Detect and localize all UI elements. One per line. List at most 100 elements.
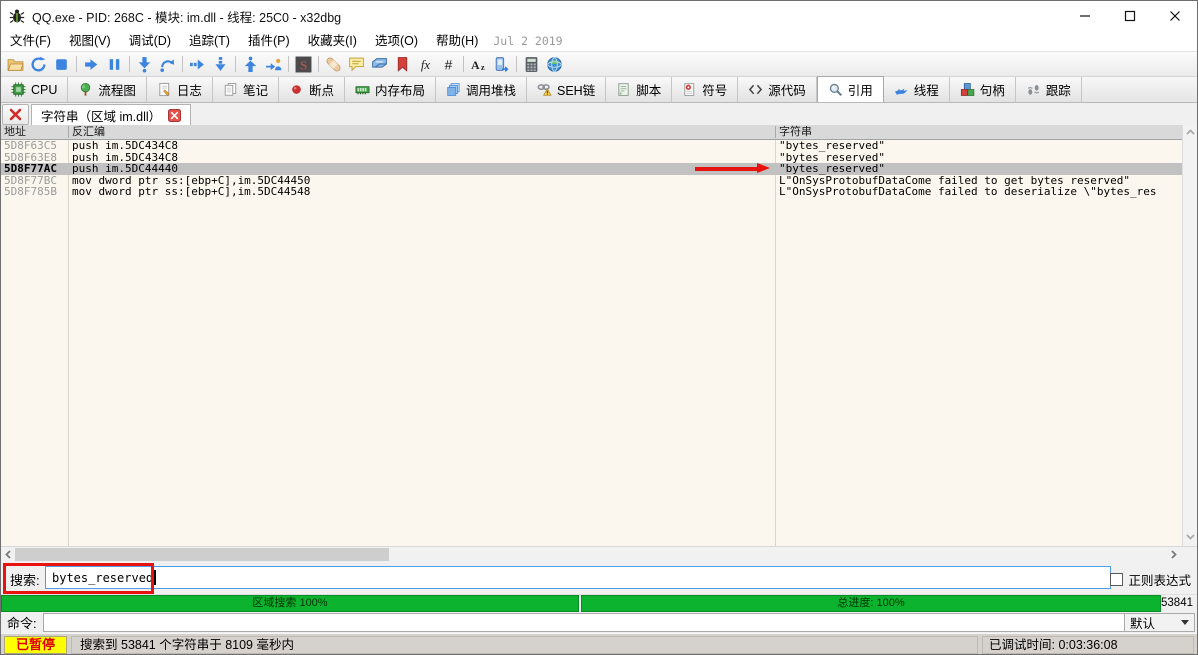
debugger-window: QQ.exe - PID: 268C - 模块: im.dll - 线程: 25… [0, 0, 1198, 655]
tab-label: CPU [31, 83, 57, 97]
menu-item-5[interactable]: 收藏夹(I) [299, 31, 366, 51]
close-all-tabs-button[interactable] [2, 104, 29, 125]
tab-label: 源代码 [768, 80, 806, 99]
comment-icon[interactable] [345, 53, 368, 76]
menu-item-7[interactable]: 帮助(H) [427, 31, 487, 51]
tab-symbols[interactable]: 符号 [672, 77, 738, 102]
tab-seh[interactable]: SEH链 [527, 77, 606, 102]
tab-label: 日志 [177, 80, 202, 99]
close-button[interactable] [1152, 1, 1197, 31]
tab-label: 符号 [702, 80, 727, 99]
pause-icon[interactable] [103, 53, 126, 76]
restart-icon[interactable] [27, 53, 50, 76]
scroll-up-icon[interactable] [1185, 127, 1196, 138]
command-input[interactable] [43, 613, 1125, 632]
table-row[interactable]: 5D8F63C5push im.5DC434C8"bytes_reserved" [1, 140, 1182, 152]
toolbar-separator [235, 56, 236, 72]
status-message: 搜索到 53841 个字符串于 8109 毫秒内 [71, 636, 978, 654]
table-row[interactable]: 5D8F785Bmov dword ptr ss:[ebp+C],im.5DC4… [1, 186, 1182, 198]
regex-checkbox[interactable] [1110, 573, 1123, 586]
tab-cpu[interactable]: CPU [1, 77, 68, 102]
step-over-icon[interactable] [156, 53, 179, 76]
column-header-address[interactable]: 地址 [4, 125, 26, 139]
s-badge-icon[interactable]: S [292, 53, 315, 76]
table-body: 5D8F63C5push im.5DC434C8"bytes_reserved"… [1, 140, 1182, 546]
memory-map-icon [355, 82, 370, 97]
notes-icon [223, 82, 238, 97]
globe-icon[interactable] [543, 53, 566, 76]
command-profile-dropdown[interactable]: 默认 [1125, 613, 1195, 632]
result-count: 53841 [1161, 595, 1197, 612]
column-header-disassembly[interactable]: 反汇编 [72, 125, 105, 139]
tab-script[interactable]: 脚本 [606, 77, 672, 102]
column-divider[interactable] [775, 126, 776, 138]
tab-label: 笔记 [243, 80, 268, 99]
tab-graph[interactable]: 流程图 [68, 77, 147, 102]
tab-trace[interactable]: 跟踪 [1016, 77, 1082, 102]
search-input[interactable]: bytes_reserved [45, 566, 1111, 589]
menu-item-2[interactable]: 调试(D) [120, 31, 180, 51]
scroll-left-icon[interactable] [3, 549, 14, 560]
scroll-down-icon[interactable] [1185, 531, 1196, 542]
maximize-button[interactable] [1107, 1, 1152, 31]
strings-result-tab[interactable]: 字符串（区域 im.dll） [31, 104, 191, 125]
scroll-right-icon[interactable] [1168, 549, 1179, 560]
tab-log[interactable]: 日志 [147, 77, 213, 102]
toolbar-separator [76, 56, 77, 72]
fx-icon[interactable]: fx [414, 53, 437, 76]
bookmark-icon[interactable] [391, 53, 414, 76]
column-divider[interactable] [68, 126, 69, 138]
menu-item-4[interactable]: 插件(P) [239, 31, 299, 51]
minimize-button[interactable] [1062, 1, 1107, 31]
stop-icon[interactable] [50, 53, 73, 76]
run-icon[interactable] [80, 53, 103, 76]
tab-label: SEH链 [557, 80, 595, 99]
calculator-icon[interactable] [520, 53, 543, 76]
step-out-icon[interactable] [239, 53, 262, 76]
tab-source[interactable]: 源代码 [738, 77, 817, 102]
menu-item-0[interactable]: 文件(F) [1, 31, 60, 51]
tab-notes[interactable]: 笔记 [213, 77, 279, 102]
menu-bar: 文件(F)视图(V)调试(D)追踪(T)插件(P)收藏夹(I)选项(O)帮助(H… [1, 31, 1197, 51]
run-to-user-icon[interactable] [262, 53, 285, 76]
tab-breakpoints[interactable]: 断点 [279, 77, 345, 102]
table-row[interactable]: 5D8F63E8push im.5DC434C8"bytes_reserved" [1, 152, 1182, 164]
open-folder-icon[interactable] [4, 53, 27, 76]
trace-into-icon[interactable] [186, 53, 209, 76]
tab-memory-map[interactable]: 内存布局 [345, 77, 436, 102]
az-icon[interactable]: Az [467, 53, 490, 76]
step-into-icon[interactable] [133, 53, 156, 76]
tab-close-icon[interactable] [168, 109, 181, 122]
cell-string: "bytes_reserved" [779, 140, 1180, 152]
debug-time-value: 0:03:36:08 [1058, 638, 1117, 652]
tab-references[interactable]: 引用 [817, 76, 884, 102]
tab-label: 调用堆栈 [466, 80, 516, 99]
tab-call-stack[interactable]: 调用堆栈 [436, 77, 527, 102]
svg-text:z: z [481, 61, 485, 71]
trace-over-icon[interactable] [209, 53, 232, 76]
hash-icon[interactable]: # [437, 53, 460, 76]
cell-string: "bytes_reserved" [779, 152, 1180, 164]
label-icon[interactable] [368, 53, 391, 76]
patch-icon[interactable] [322, 53, 345, 76]
cell-address: 5D8F785B [4, 186, 57, 198]
menu-item-6[interactable]: 选项(O) [366, 31, 427, 51]
horizontal-scroll-thumb[interactable] [15, 548, 389, 561]
progress-row: 区域搜索 100% 总进度: 100% 53841 [1, 595, 1197, 612]
debugger-state-badge: 已暂停 [4, 636, 67, 654]
vertical-scrollbar[interactable] [1182, 125, 1197, 546]
tab-threads[interactable]: 线程 [884, 77, 950, 102]
strings-table: 地址 反汇编 字符串 5D8F63C5push im.5DC434C8"byte… [1, 125, 1197, 546]
tab-handles[interactable]: 句柄 [950, 77, 1016, 102]
tab-label: 断点 [309, 80, 334, 99]
status-bar: 已暂停 搜索到 53841 个字符串于 8109 毫秒内 已调试时间: 0:03… [1, 633, 1197, 655]
log-icon [157, 82, 172, 97]
menu-item-1[interactable]: 视图(V) [60, 31, 120, 51]
cpu-icon [11, 82, 26, 97]
menu-item-3[interactable]: 追踪(T) [180, 31, 239, 51]
horizontal-scrollbar[interactable] [1, 546, 1197, 561]
column-header-string[interactable]: 字符串 [779, 125, 812, 139]
threads-icon [894, 82, 909, 97]
symbols-icon [682, 82, 697, 97]
device-icon[interactable] [490, 53, 513, 76]
